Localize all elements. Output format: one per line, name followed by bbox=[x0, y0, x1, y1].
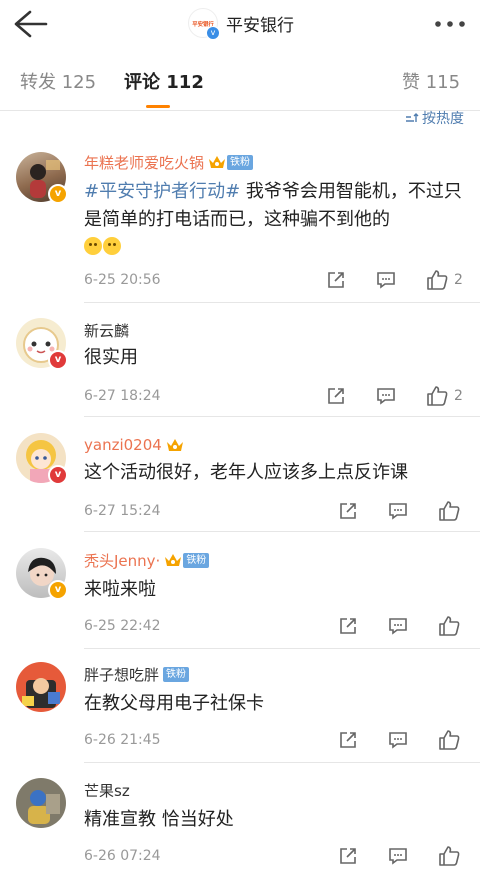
comment-text: #平安守护者行动# 我爷爷会用智能机，不过只是简单的打电话而已，这种骗不到他的 bbox=[84, 178, 468, 262]
sort-label: 按热度 bbox=[422, 111, 464, 127]
comment-icon[interactable] bbox=[388, 500, 408, 522]
comment-icon[interactable] bbox=[376, 385, 396, 407]
comment-time: 6-26 07:24 bbox=[84, 848, 161, 864]
account-logo: 平安银行 v bbox=[188, 8, 220, 40]
share-icon[interactable] bbox=[338, 845, 358, 867]
more-icon[interactable] bbox=[432, 14, 468, 34]
like-count: 2 bbox=[454, 388, 463, 404]
comment-time: 6-26 21:45 bbox=[84, 732, 161, 748]
divider bbox=[84, 531, 480, 532]
verified-badge-icon: v bbox=[206, 26, 220, 40]
tab-reposts[interactable]: 转发 125 bbox=[20, 68, 96, 94]
crown-icon bbox=[165, 554, 182, 566]
comment-icon[interactable] bbox=[376, 269, 396, 291]
page-title: 平安银行 bbox=[226, 15, 294, 36]
commenter-name[interactable]: yanzi0204 bbox=[84, 436, 162, 454]
member-badge-icon: v bbox=[48, 350, 68, 370]
fan-badge: 铁粉 bbox=[227, 154, 254, 170]
avatar[interactable] bbox=[16, 662, 66, 712]
tab-bar: 转发 125 评论 112 赞 115 bbox=[0, 48, 480, 111]
like-button[interactable] bbox=[438, 845, 460, 867]
divider bbox=[84, 302, 480, 303]
like-button[interactable] bbox=[438, 729, 460, 751]
comment-text: 很实用 bbox=[84, 347, 138, 368]
like-count: 2 bbox=[454, 272, 463, 288]
like-icon bbox=[439, 616, 460, 636]
smile-emoji-icon bbox=[103, 237, 121, 255]
crown-icon bbox=[166, 439, 183, 451]
like-icon bbox=[439, 846, 460, 866]
comment-time: 6-25 22:42 bbox=[84, 618, 161, 634]
back-arrow-icon[interactable] bbox=[12, 8, 48, 40]
share-icon[interactable] bbox=[326, 385, 346, 407]
comment-text: 在教父母用电子社保卡 bbox=[84, 693, 264, 714]
share-icon[interactable] bbox=[326, 269, 346, 291]
sort-by-hot-button[interactable]: 按热度 bbox=[405, 108, 464, 128]
top-bar: 平安银行 v 平安银行 bbox=[0, 0, 480, 48]
tab-likes[interactable]: 赞 115 bbox=[402, 68, 460, 94]
divider bbox=[84, 416, 480, 417]
comment-icon[interactable] bbox=[388, 845, 408, 867]
share-icon[interactable] bbox=[338, 500, 358, 522]
comment-icon[interactable] bbox=[388, 729, 408, 751]
verified-badge-icon: v bbox=[48, 580, 68, 600]
hashtag-link[interactable]: #平安守护者行动# bbox=[84, 181, 240, 202]
fan-badge: 铁粉 bbox=[163, 666, 190, 682]
comment-time: 6-27 18:24 bbox=[84, 388, 161, 404]
member-badge-icon: v bbox=[48, 465, 68, 485]
crown-icon bbox=[209, 156, 226, 168]
tab-comments[interactable]: 评论 112 bbox=[124, 68, 204, 94]
fan-badge: 铁粉 bbox=[183, 552, 210, 568]
like-icon bbox=[439, 501, 460, 521]
like-button[interactable] bbox=[438, 500, 460, 522]
commenter-name[interactable]: 新云麟 bbox=[84, 320, 129, 341]
comment-text: 这个活动很好，老年人应该多上点反诈课 bbox=[84, 462, 408, 483]
commenter-name[interactable]: 年糕老师爱吃火锅 bbox=[84, 152, 204, 173]
comment-text: 精准宣教 恰当好处 bbox=[84, 809, 234, 830]
comment-icon[interactable] bbox=[388, 615, 408, 637]
active-tab-indicator bbox=[146, 105, 170, 108]
like-button[interactable]: 2 bbox=[426, 385, 463, 407]
share-icon[interactable] bbox=[338, 729, 358, 751]
verified-badge-icon: v bbox=[48, 184, 68, 204]
commenter-name[interactable]: 芒果sz bbox=[84, 780, 130, 801]
smile-emoji-icon bbox=[84, 237, 102, 255]
like-icon bbox=[427, 386, 448, 406]
like-button[interactable] bbox=[438, 615, 460, 637]
commenter-name[interactable]: 秃头Jenny· bbox=[84, 550, 160, 571]
comment-time: 6-27 15:24 bbox=[84, 503, 161, 519]
comment-text: 来啦来啦 bbox=[84, 579, 156, 600]
like-icon bbox=[439, 730, 460, 750]
divider bbox=[84, 648, 480, 649]
avatar[interactable] bbox=[16, 778, 66, 828]
like-button[interactable]: 2 bbox=[426, 269, 463, 291]
like-icon bbox=[427, 270, 448, 290]
divider bbox=[84, 762, 480, 763]
comment-time: 6-25 20:56 bbox=[84, 272, 161, 288]
account-title[interactable]: 平安银行 v 平安银行 bbox=[188, 6, 294, 40]
sort-icon bbox=[406, 113, 419, 122]
share-icon[interactable] bbox=[338, 615, 358, 637]
commenter-name[interactable]: 胖子想吃胖 bbox=[84, 664, 159, 685]
